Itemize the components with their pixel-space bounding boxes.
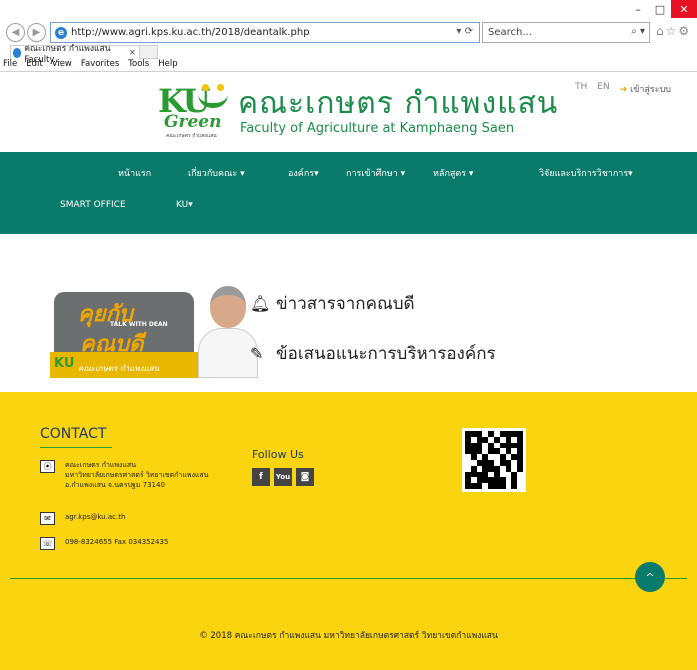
dean-photo-head: [210, 286, 246, 328]
menu-edit[interactable]: Edit: [26, 59, 42, 71]
login-arrow-icon: ➔: [619, 85, 628, 95]
web-page: TH EN ➔ เข้าสู่ระบบ KU Green คณะเกษตร กำ…: [0, 72, 697, 670]
tab-close-icon[interactable]: ×: [129, 48, 136, 58]
tab-favicon-icon: [13, 47, 22, 58]
nav-admission[interactable]: การเข้าศึกษา ▾: [346, 166, 405, 180]
dean-news-link[interactable]: 🔔︎ ข่าวสารจากคณบดี: [250, 290, 415, 317]
faculty-title-th: คณะเกษตร กำแพงแสน: [238, 86, 559, 121]
search-icon[interactable]: ⌕ ▾: [631, 26, 645, 37]
site-header: TH EN ➔ เข้าสู่ระบบ KU Green คณะเกษตร กำ…: [0, 72, 697, 152]
menu-tools[interactable]: Tools: [128, 59, 149, 71]
dean-news-label: ข่าวสารจากคณบดี: [276, 294, 415, 314]
browser-tab[interactable]: คณะเกษตร กำแพงแสน Faculty... ×: [10, 44, 140, 65]
menu-file[interactable]: File: [3, 59, 17, 71]
lang-en-link[interactable]: EN: [597, 82, 609, 96]
toolbar-icons: ⌂☆⚙: [656, 24, 691, 38]
dean-suggestion-link[interactable]: ✎ ข้อเสนอแนะการบริหารองค์กร: [250, 340, 496, 367]
site-footer: CONTACT ⦿ คณะเกษตร กำแพงแสน มหาวิทยาลัยเ…: [0, 392, 697, 670]
window-controls: – □ ✕: [627, 0, 697, 18]
tab-row: คณะเกษตร กำแพงแสน Faculty... ×: [10, 44, 158, 65]
follow-us-title: Follow Us: [252, 448, 304, 461]
banner-faculty-name: คณะเกษตร กำแพงแสน: [78, 364, 160, 373]
browser-chrome: – □ ✕ ◀ ▶ e http://www.agri.kps.ku.ac.th…: [0, 0, 697, 72]
talk-with-dean-banner: คุยกับ TALK WITH DEAN คณบดี KU คณะเกษตร …: [50, 278, 260, 378]
favorites-star-icon[interactable]: ☆: [666, 24, 679, 38]
contact-underline: [40, 447, 112, 448]
map-marker-icon: ⦿: [40, 460, 55, 473]
maximize-icon[interactable]: □: [649, 0, 671, 18]
dean-photo-body: [198, 328, 258, 378]
menu-bar: File Edit View Favorites Tools Help: [0, 59, 697, 71]
login-label: เข้าสู่ระบบ: [630, 85, 671, 95]
contact-phone: ☏ 098-8324655 Fax 034352435: [40, 537, 168, 550]
search-placeholder: Search...: [488, 27, 532, 38]
contact-email: ✉ agr.kps@ku.ac.th: [40, 512, 125, 525]
instagram-icon[interactable]: ◙: [296, 468, 314, 486]
phone-icon: ☏: [40, 537, 55, 550]
nav-curriculum[interactable]: หลักสูตร ▾: [433, 166, 473, 180]
phone-text: 098-8324655 Fax 034352435: [65, 538, 169, 546]
menu-help[interactable]: Help: [158, 59, 177, 71]
address-line-3: อ.กำแพงแสน จ.นครปฐม 73140: [65, 481, 165, 489]
close-icon[interactable]: ✕: [671, 0, 697, 18]
new-tab-button[interactable]: [140, 45, 158, 59]
nav-organization[interactable]: องค์กร▾: [288, 166, 319, 180]
search-input[interactable]: Search... ⌕ ▾: [482, 22, 650, 43]
logo-subtitle: คณะเกษตร กำแพงแสน: [166, 133, 217, 139]
address-line-2: มหาวิทยาลัยเกษตรศาสตร์ วิทยาเขตกำแพงแสน: [65, 471, 209, 479]
address-url: http://www.agri.kps.ku.ac.th/2018/deanta…: [71, 27, 310, 38]
back-to-top-button[interactable]: ^: [635, 562, 665, 592]
forward-icon[interactable]: ▶: [27, 23, 46, 42]
nav-ku[interactable]: KU▾: [176, 200, 193, 210]
dean-photo: [198, 278, 258, 378]
back-icon[interactable]: ◀: [6, 23, 25, 42]
ie-favicon-icon: e: [55, 26, 67, 39]
main-navbar: หน้าแรก เกี่ยวกับคณะ ▾ องค์กร▾ การเข้าศึ…: [0, 152, 697, 234]
address-line-1: คณะเกษตร กำแพงแสน: [65, 461, 136, 469]
home-icon[interactable]: ⌂: [656, 24, 666, 38]
banner-ku-logo: KU: [54, 356, 75, 371]
bell-icon: 🔔︎: [250, 294, 271, 313]
ku-green-logo[interactable]: KU Green คณะเกษตร กำแพงแสน: [158, 82, 230, 142]
logo-green-text: Green: [164, 112, 222, 132]
copyright-text: © 2018 คณะเกษตร กำแพงแสน มหาวิทยาลัยเกษต…: [199, 631, 498, 641]
nav-home[interactable]: หน้าแรก: [118, 166, 151, 180]
minimize-icon[interactable]: –: [627, 0, 649, 18]
refresh-icon[interactable]: ▾ ⟳: [456, 26, 473, 37]
nav-research[interactable]: วิจัยและบริการวิชาการ▾: [539, 166, 633, 180]
envelope-icon: ✉: [40, 512, 55, 525]
edit-icon: ✎: [250, 344, 264, 363]
contact-address: ⦿ คณะเกษตร กำแพงแสน มหาวิทยาลัยเกษตรศาสต…: [40, 460, 208, 490]
nav-smart-office[interactable]: SMART OFFICE: [60, 200, 126, 210]
qr-code: [462, 428, 526, 492]
contact-title: CONTACT: [40, 426, 107, 442]
language-switch: TH EN ➔ เข้าสู่ระบบ: [575, 82, 671, 96]
dean-suggestion-label: ข้อเสนอแนะการบริหารองค์กร: [276, 344, 496, 364]
menu-favorites[interactable]: Favorites: [81, 59, 119, 71]
banner-title-line2: คณบดี: [80, 332, 144, 357]
nav-row-1: หน้าแรก เกี่ยวกับคณะ ▾ องค์กร▾ การเข้าศึ…: [0, 166, 697, 182]
youtube-icon[interactable]: You: [274, 468, 292, 486]
nav-row-2: SMART OFFICE KU▾: [0, 200, 697, 216]
facebook-icon[interactable]: f: [252, 468, 270, 486]
email-text[interactable]: agr.kps@ku.ac.th: [65, 512, 125, 522]
gear-icon[interactable]: ⚙: [678, 24, 691, 38]
login-link[interactable]: ➔ เข้าสู่ระบบ: [620, 82, 671, 96]
faculty-title-en: Faculty of Agriculture at Kamphaeng Saen: [240, 121, 515, 136]
qr-code-pattern: [465, 431, 523, 489]
social-links: f You ◙: [252, 468, 314, 486]
menu-view[interactable]: View: [52, 59, 72, 71]
nav-about[interactable]: เกี่ยวกับคณะ ▾: [188, 166, 245, 180]
footer-divider: [10, 578, 687, 579]
lang-th-link[interactable]: TH: [575, 82, 587, 96]
